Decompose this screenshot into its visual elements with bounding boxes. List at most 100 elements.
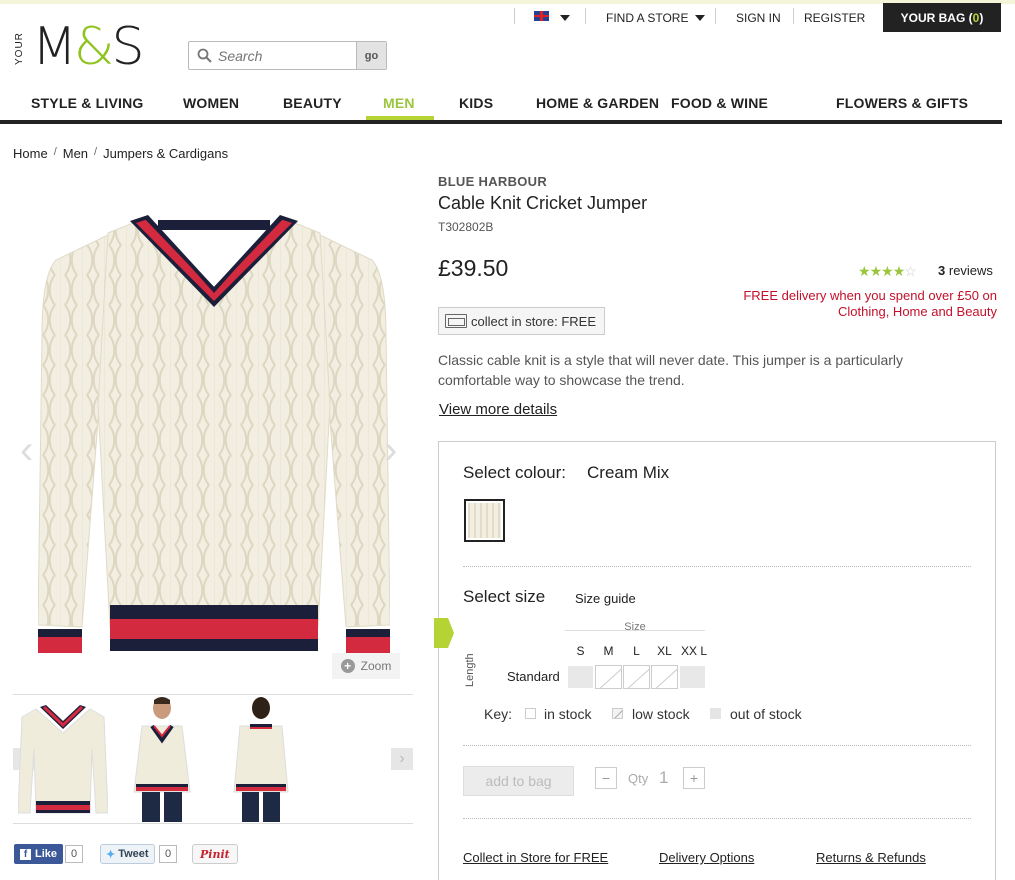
thumb-next-arrow-icon[interactable]: › bbox=[391, 748, 413, 770]
collect-in-store-badge: collect in store: FREE bbox=[438, 307, 605, 335]
size-col-l: L bbox=[633, 644, 640, 658]
search-go-button[interactable]: go bbox=[356, 42, 386, 69]
tweet-count: 0 bbox=[159, 845, 178, 863]
logo-m: M bbox=[32, 17, 77, 77]
country-dropdown[interactable] bbox=[560, 8, 570, 28]
tweet-button[interactable]: ✦ Tweet bbox=[100, 844, 155, 864]
nav-item-flowers-gifts[interactable]: FLOWERS & GIFTS bbox=[836, 95, 968, 111]
size-col-m: M bbox=[603, 644, 614, 658]
qty-value[interactable]: 1 bbox=[659, 768, 668, 788]
product-code: T302802B bbox=[438, 220, 494, 234]
star-icon: ★ bbox=[881, 263, 894, 279]
breadcrumb-jumpers[interactable]: Jumpers & Cardigans bbox=[103, 146, 228, 161]
selected-colour: Cream Mix bbox=[587, 463, 670, 482]
reviews-count: 3 bbox=[938, 263, 946, 278]
search-input[interactable] bbox=[218, 47, 348, 64]
add-to-bag-button[interactable]: add to bag bbox=[463, 766, 574, 796]
facebook-icon: f bbox=[20, 848, 31, 860]
util-divider bbox=[793, 8, 794, 24]
util-divider bbox=[585, 8, 586, 24]
breadcrumb-home[interactable]: Home bbox=[13, 146, 48, 161]
free-delivery-notice: FREE delivery when you spend over £50 on… bbox=[680, 288, 997, 320]
rating-stars[interactable]: ★★★★☆ bbox=[858, 263, 917, 280]
reviews-link[interactable]: 3 reviews bbox=[938, 263, 993, 278]
store-icon bbox=[445, 314, 467, 328]
thumbnail-front[interactable] bbox=[18, 703, 108, 818]
zoom-label: Zoom bbox=[360, 659, 392, 673]
breadcrumb-separator: / bbox=[94, 146, 98, 158]
logo-amp: & bbox=[73, 17, 115, 77]
size-cell-s-out-of-stock bbox=[567, 665, 594, 689]
ms-logo[interactable]: M&S bbox=[32, 17, 144, 77]
key-out-of-stock-swatch bbox=[710, 708, 721, 719]
size-guide-link[interactable]: Size guide bbox=[575, 591, 636, 606]
thumbnail-model-back[interactable] bbox=[230, 696, 292, 822]
pin-it-button[interactable]: Pinit bbox=[192, 844, 238, 864]
product-price: £39.50 bbox=[438, 255, 509, 281]
key-label: Key: bbox=[484, 706, 513, 722]
colour-swatch-cream-mix[interactable] bbox=[464, 499, 505, 542]
delivery-options-link[interactable]: Delivery Options bbox=[659, 850, 754, 865]
size-cell-l-low-stock[interactable] bbox=[623, 665, 650, 689]
nav-item-style-living[interactable]: STYLE & LIVING bbox=[31, 95, 143, 111]
twitter-bird-icon: ✦ bbox=[106, 848, 116, 861]
sign-in-link[interactable]: SIGN IN bbox=[736, 8, 781, 28]
image-prev-arrow-icon[interactable]: ‹ bbox=[20, 428, 33, 473]
image-next-arrow-icon[interactable]: › bbox=[384, 428, 397, 473]
qty-increase-button[interactable]: + bbox=[683, 767, 705, 789]
util-divider bbox=[514, 8, 515, 24]
search-icon bbox=[197, 48, 212, 63]
star-icon: ★ bbox=[858, 263, 871, 279]
star-icon: ★ bbox=[869, 263, 883, 279]
section-marker-icon bbox=[434, 618, 454, 648]
util-divider bbox=[715, 8, 716, 24]
find-store-label: FIND A STORE bbox=[606, 11, 689, 25]
size-axis-caption: Size bbox=[624, 621, 646, 633]
size-cell-xl-low-stock[interactable] bbox=[651, 665, 678, 689]
divider bbox=[463, 818, 971, 819]
select-colour-label: Select colour: bbox=[463, 463, 566, 482]
breadcrumb-men[interactable]: Men bbox=[63, 146, 88, 161]
find-store-link[interactable]: FIND A STORE bbox=[606, 8, 706, 28]
size-col-s: S bbox=[576, 644, 585, 658]
uk-flag-icon[interactable] bbox=[534, 11, 549, 21]
zoom-button[interactable]: + Zoom bbox=[332, 653, 400, 679]
search-bar: go bbox=[188, 41, 387, 70]
qty-decrease-button[interactable]: − bbox=[595, 767, 617, 789]
logo-s: S bbox=[111, 17, 144, 77]
nav-item-food-wine[interactable]: FOOD & WINE bbox=[671, 95, 768, 111]
select-size-label: Select size bbox=[463, 587, 546, 606]
chevron-down-icon bbox=[695, 15, 706, 21]
length-row-standard: Standard bbox=[507, 669, 560, 684]
facebook-like-button[interactable]: f Like bbox=[14, 844, 64, 864]
delivery-line-1: FREE delivery when you spend over £50 on bbox=[743, 288, 997, 303]
nav-item-women[interactable]: WOMEN bbox=[183, 95, 239, 111]
register-link[interactable]: REGISTER bbox=[804, 8, 865, 28]
bag-label: YOUR BAG bbox=[900, 10, 966, 25]
your-bag-button[interactable]: YOUR BAG (0) bbox=[883, 3, 1001, 32]
view-more-details-link[interactable]: View more details bbox=[439, 401, 557, 418]
returns-refunds-link[interactable]: Returns & Refunds bbox=[816, 850, 926, 865]
star-icon: ☆ bbox=[904, 263, 917, 279]
collect-label: collect in store: FREE bbox=[471, 313, 596, 329]
nav-active-indicator bbox=[366, 116, 434, 120]
product-title: Cable Knit Cricket Jumper bbox=[438, 193, 648, 213]
key-in-stock: in stock bbox=[544, 706, 592, 722]
product-brand: BLUE HARBOUR bbox=[438, 174, 548, 189]
collect-in-store-link[interactable]: Collect in Store for FREE bbox=[463, 850, 608, 865]
garment-label bbox=[220, 239, 242, 253]
divider bbox=[463, 566, 971, 567]
size-cell-m-low-stock[interactable] bbox=[595, 665, 622, 689]
breadcrumb-separator: / bbox=[53, 146, 57, 158]
nav-item-home-garden[interactable]: HOME & GARDEN bbox=[536, 95, 659, 111]
thumbnail-model-front[interactable] bbox=[128, 696, 196, 822]
delivery-line-2: Clothing, Home and Beauty bbox=[838, 304, 997, 319]
key-low-stock-swatch bbox=[612, 708, 623, 719]
nav-item-men[interactable]: MEN bbox=[383, 95, 415, 111]
product-options-panel bbox=[438, 441, 996, 880]
top-accent-strip bbox=[0, 0, 1015, 4]
logo-your-text: YOUR bbox=[14, 32, 25, 66]
size-axis-line bbox=[565, 630, 705, 631]
nav-item-beauty[interactable]: BEAUTY bbox=[283, 95, 342, 111]
nav-item-kids[interactable]: KIDS bbox=[459, 95, 493, 111]
